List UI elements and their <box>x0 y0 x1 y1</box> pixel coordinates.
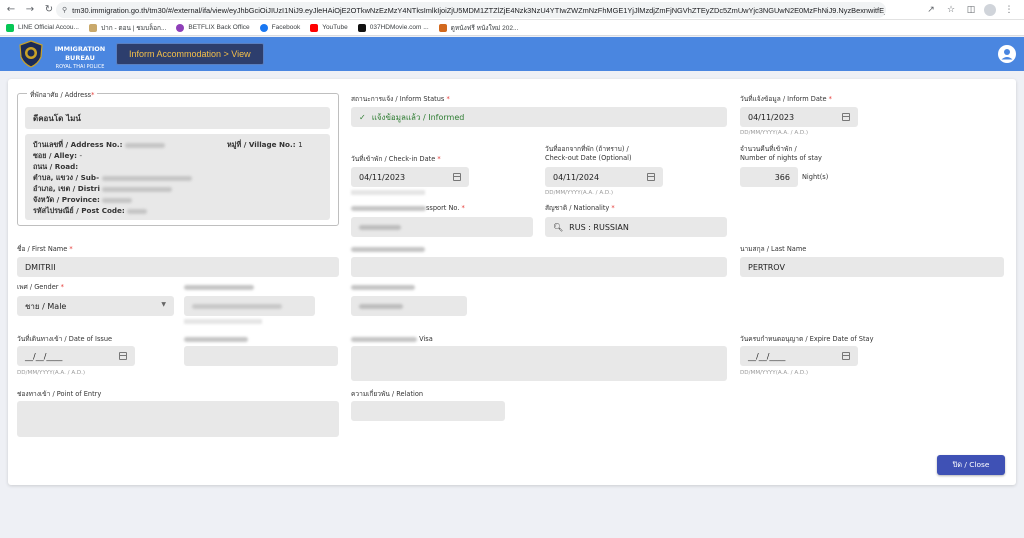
inform-status-label: สถานะการแจ้ง / Inform Status * <box>351 95 450 103</box>
province-row: จังหวัด / Province: <box>33 194 322 205</box>
passport-label: ssport No. * <box>351 204 465 213</box>
back-icon[interactable]: ← <box>3 2 19 18</box>
reload-icon[interactable]: ↻ <box>41 2 57 18</box>
checkin-label: วันที่เข้าพัก / Check-in Date * <box>351 155 441 163</box>
middle-name-label <box>351 245 425 254</box>
expire-stay-hint: DD/MM/YYYY(A.A. / A.D.) <box>740 370 809 376</box>
checkout-date-hint: DD/MM/YYYY(A.A. / A.D.) <box>545 190 614 196</box>
forward-icon[interactable]: → <box>22 2 38 18</box>
search-icon: 🔍︎ <box>553 222 564 232</box>
user-account-icon[interactable] <box>998 45 1016 63</box>
checkin-hint-redacted <box>351 190 425 195</box>
point-of-entry-field <box>17 401 339 437</box>
gender-label: เพศ / Gender * <box>17 283 64 291</box>
menu-kebab-icon[interactable]: ⋮ <box>1002 2 1016 18</box>
calendar-icon[interactable] <box>119 352 127 360</box>
bookmark-star-icon[interactable]: ☆ <box>944 2 958 18</box>
movie-icon <box>357 23 366 32</box>
birth-date-hint-redacted <box>184 319 262 324</box>
redacted-label <box>184 335 248 344</box>
visa-label: Visa <box>351 335 433 344</box>
phone-label <box>351 283 415 292</box>
point-of-entry-label: ช่องทางเข้า / Point of Entry <box>17 390 102 398</box>
last-name-label: นามสกุล / Last Name <box>740 245 807 253</box>
district-row: อำเภอ, เขต / Distri <box>33 183 322 194</box>
calendar-icon[interactable] <box>842 113 850 121</box>
inform-date-label: วันที่แจ้งข้อมูล / Inform Date * <box>740 95 832 103</box>
bookmark-item[interactable]: 037HDMovie.com ... <box>357 23 429 32</box>
last-name-field: PERTROV <box>740 257 1004 277</box>
calendar-icon[interactable] <box>453 173 461 181</box>
birth-date-label <box>184 283 254 292</box>
expire-stay-label: วันครบกำหนดอนุญาต / Expire Date of Stay <box>740 335 874 343</box>
redacted-field <box>184 346 338 366</box>
middle-name-field <box>351 257 727 277</box>
youtube-icon <box>310 23 319 32</box>
address-legend: ที่พักอาศัย / Address* <box>27 89 98 100</box>
police-badge-logo <box>19 40 43 68</box>
inform-date-hint: DD/MM/YYYY(A.A. / A.D.) <box>740 130 809 136</box>
relation-label: ความเกี่ยวพัน / Relation <box>351 390 424 398</box>
sidepanel-icon[interactable]: ◫ <box>964 2 978 18</box>
check-icon: ✓ <box>359 112 366 122</box>
nights-label: จำนวนคืนที่เข้าพัก / Number of nights of … <box>740 145 822 162</box>
facebook-icon <box>259 23 268 32</box>
betflix-icon <box>176 23 185 32</box>
date-of-issue-label: วันที่เดินทางเข้า / Date of Issue <box>17 335 113 343</box>
alley-row: ซอย / Alley: - <box>33 151 83 160</box>
profile-icon[interactable] <box>984 4 996 16</box>
calendar-icon[interactable] <box>842 352 850 360</box>
first-name-label: ชื่อ / First Name * <box>17 245 73 253</box>
breadcrumb[interactable]: Inform Accommodation > View <box>116 43 264 65</box>
share-icon[interactable]: ↗ <box>924 2 938 18</box>
movie-icon <box>438 23 447 32</box>
line-icon <box>6 23 14 32</box>
date-of-issue-hint: DD/MM/YYYY(A.A. / A.D.) <box>17 370 86 376</box>
road-row: ถนน / Road: <box>33 162 79 171</box>
nights-field: 366 <box>740 167 798 187</box>
lock-icon: ⚲ <box>62 7 68 14</box>
bookmark-item[interactable]: ดูหนังฟรี หนังใหม่ 202... <box>438 23 518 33</box>
bookmark-item[interactable]: BETFLIX Back Office <box>176 23 250 32</box>
bookmark-item[interactable]: ปาก - ตอน | ชมบล็อก... <box>88 23 166 33</box>
visa-field <box>351 346 727 381</box>
bookmark-item[interactable]: Facebook <box>259 23 300 32</box>
checkout-date-field[interactable]: 04/11/2024 <box>545 167 663 187</box>
inform-date-field[interactable]: 04/11/2023 <box>740 107 858 127</box>
date-of-issue-field[interactable]: __/__/____ <box>17 346 135 366</box>
image-icon <box>88 23 97 32</box>
birth-date-field <box>184 296 315 316</box>
nights-unit: Night(s) <box>802 173 829 181</box>
checkin-date-field[interactable]: 04/11/2023 <box>351 167 469 187</box>
bookmarks-bar: LINE Official Accou... ปาก - ตอน | ชมบล็… <box>0 20 1024 36</box>
expire-stay-field[interactable]: __/__/____ <box>740 346 858 366</box>
bookmark-item[interactable]: LINE Official Accou... <box>6 23 79 32</box>
accommodation-name-field: ดีคอนโด ไมน์ <box>25 107 330 129</box>
app-header: IMMIGRATION BUREAU ROYAL THAI POLICE Inf… <box>0 37 1024 71</box>
logo-text: IMMIGRATION BUREAU ROYAL THAI POLICE <box>54 45 106 70</box>
subdistrict-row: ตำบล, แขวง / Sub- <box>33 172 322 183</box>
passport-field <box>351 217 533 237</box>
checkout-label: วันที่ออกจากที่พัก (ถ้าทราบ) / Check-out … <box>545 145 632 162</box>
address-detail-box: บ้านเลขที่ / Address No.: ซอย / Alley: -… <box>25 134 330 220</box>
first-name-field: DMITRII <box>17 257 339 277</box>
bookmark-item[interactable]: YouTube <box>310 23 348 32</box>
accommodation-card: ที่พักอาศัย / Address* ดีคอนโด ไมน์ บ้าน… <box>8 79 1016 485</box>
relation-field <box>351 401 505 421</box>
nationality-label: สัญชาติ / Nationality * <box>545 204 615 212</box>
phone-field <box>351 296 467 316</box>
close-button[interactable]: ปิด / Close <box>937 455 1005 475</box>
url-text: tm30.immigration.go.th/tm30/#/external/i… <box>72 5 886 15</box>
postcode-row: รหัสไปรษณีย์ / Post Code: <box>33 205 322 216</box>
calendar-icon[interactable] <box>647 173 655 181</box>
nationality-field[interactable]: 🔍︎ RUS : RUSSIAN <box>545 217 727 237</box>
gender-select[interactable]: ชาย / Male ▼ <box>17 296 174 316</box>
browser-toolbar: ← → ↻ ⚲ tm30.immigration.go.th/tm30/#/ex… <box>0 0 1024 20</box>
village-row: หมู่ที่ / Village No.: 1 <box>227 140 303 149</box>
address-bar[interactable]: ⚲ tm30.immigration.go.th/tm30/#/external… <box>56 2 886 18</box>
dropdown-arrow-icon: ▼ <box>161 301 166 308</box>
inform-status-field: ✓ แจ้งข้อมูลแล้ว / Informed <box>351 107 727 127</box>
